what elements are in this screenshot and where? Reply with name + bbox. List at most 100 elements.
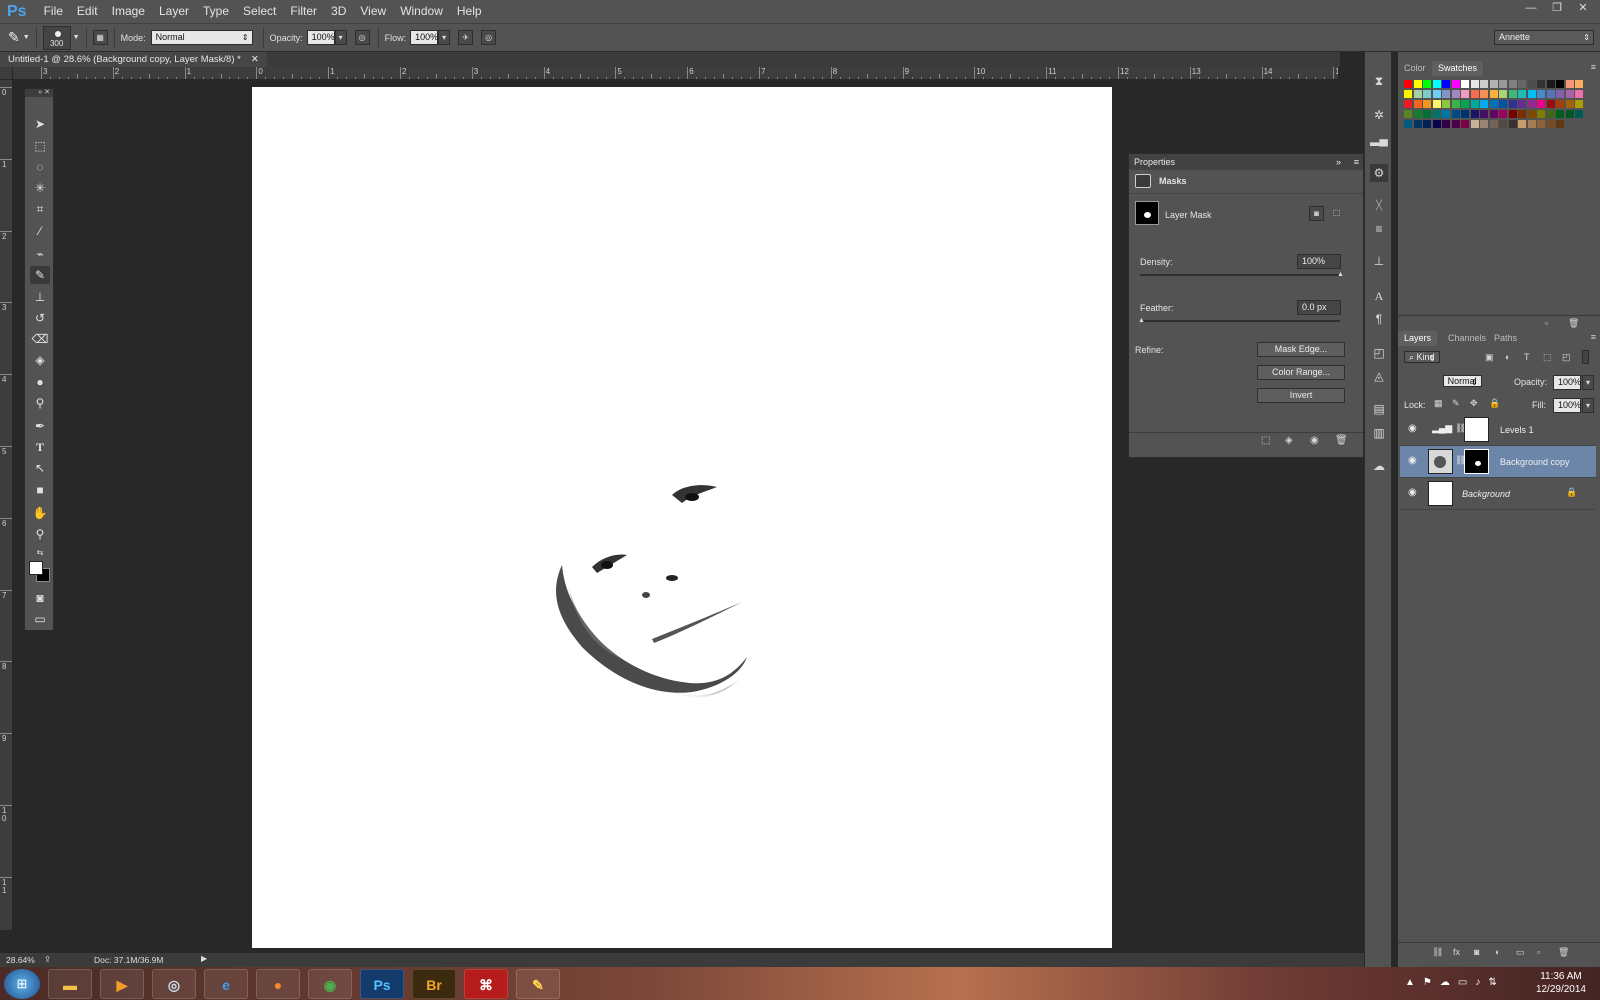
color-swatch[interactable] — [1413, 110, 1422, 118]
opacity-field[interactable]: 100% — [306, 30, 335, 45]
paragraph-icon[interactable]: ¶ — [1370, 310, 1388, 328]
color-swatch[interactable] — [1499, 90, 1507, 98]
chrome-taskbar-icon[interactable]: ◉ — [308, 969, 352, 999]
color-swatch[interactable] — [1432, 90, 1441, 98]
filter-kind-select[interactable]: ⌕ Kind — [1404, 351, 1440, 363]
color-range-button[interactable]: Color Range... — [1257, 365, 1345, 380]
move-tool-icon[interactable]: ➤ — [30, 115, 50, 133]
zoom-tool-icon[interactable]: ⚲ — [30, 525, 50, 543]
restore-button[interactable]: ❐ — [1546, 0, 1568, 16]
color-swatch[interactable] — [1404, 80, 1412, 88]
eraser-icon[interactable]: ⌫ — [30, 330, 50, 348]
color-swatch[interactable] — [1556, 110, 1564, 118]
color-swatch[interactable] — [1423, 100, 1431, 108]
color-swatch[interactable] — [1489, 80, 1498, 88]
hand-tool-icon[interactable]: ✋ — [30, 504, 50, 522]
start-button-icon[interactable]: ⊞ — [4, 969, 40, 999]
color-swatch[interactable] — [1442, 110, 1450, 118]
properties-header[interactable]: Properties » ≡ — [1129, 154, 1363, 170]
info-icon[interactable]: ▥ — [1370, 424, 1388, 442]
internet-explorer-taskbar-icon[interactable]: e — [204, 969, 248, 999]
foreground-color-swatch[interactable] — [29, 561, 43, 575]
tab-swatches[interactable]: Swatches — [1432, 61, 1484, 76]
color-swatch[interactable] — [1442, 80, 1450, 88]
visibility-eye-icon[interactable]: ◉ — [1408, 423, 1417, 434]
properties-dock-icon[interactable]: ⚙ — [1370, 164, 1388, 182]
panel-menu-icon[interactable]: ≡ — [1591, 62, 1596, 72]
menu-filter[interactable]: Filter — [283, 0, 324, 23]
pressure-opacity-icon[interactable]: ◎ — [354, 30, 370, 45]
color-swatch[interactable] — [1508, 110, 1517, 118]
brush-tool-icon[interactable]: ✎ — [8, 29, 20, 46]
visibility-eye-icon[interactable]: ◉ — [1408, 455, 1417, 466]
color-swatch[interactable] — [1546, 120, 1555, 128]
brush-presets-icon[interactable]: ᚷ — [1370, 196, 1388, 214]
chevron-down-icon[interactable]: ▾ — [1582, 375, 1594, 390]
color-swatch[interactable] — [1518, 120, 1526, 128]
density-slider-handle[interactable]: ▲ — [1337, 271, 1344, 278]
color-swatch[interactable] — [1413, 100, 1422, 108]
lock-transparency-icon[interactable]: ▦ — [1434, 398, 1443, 409]
menu-file[interactable]: File — [37, 0, 70, 23]
clone-stamp-icon[interactable]: ⊥ — [30, 288, 50, 306]
color-swatch[interactable] — [1423, 90, 1431, 98]
filter-shape-icon[interactable]: ⬚ — [1543, 352, 1552, 363]
color-swatch[interactable] — [1489, 110, 1498, 118]
adjustments-icon[interactable]: ≡ — [1370, 220, 1388, 238]
media-player-taskbar-icon[interactable]: ▶ — [100, 969, 144, 999]
tray-expand-icon[interactable]: ▲ — [1405, 977, 1415, 988]
color-swatch[interactable] — [1489, 90, 1498, 98]
mode-select[interactable]: Normal — [150, 30, 253, 45]
color-swatch[interactable] — [1518, 100, 1526, 108]
color-swatch[interactable] — [1537, 90, 1545, 98]
menu-window[interactable]: Window — [393, 0, 450, 23]
color-swatch[interactable] — [1518, 90, 1526, 98]
color-swatch[interactable] — [1442, 120, 1450, 128]
panel-menu-icon[interactable]: ≡ — [1354, 154, 1359, 170]
color-swatch[interactable] — [1470, 110, 1479, 118]
close-button[interactable]: ✕ — [1572, 0, 1594, 16]
layer-name[interactable]: Background copy — [1500, 457, 1570, 467]
brush-panel-toggle-icon[interactable]: ▦ — [92, 30, 108, 45]
document-tab[interactable]: Untitled-1 @ 28.6% (Background copy, Lay… — [0, 52, 267, 67]
bridge-taskbar-button[interactable]: Br — [412, 969, 456, 999]
airbrush-icon[interactable]: ✈ — [458, 30, 474, 45]
color-swatch[interactable] — [1451, 100, 1460, 108]
pen-tool-icon[interactable]: ✒ — [30, 417, 50, 435]
brush-tool-icon[interactable]: ✎ — [30, 266, 50, 284]
density-slider[interactable] — [1140, 274, 1340, 276]
network-icon[interactable]: ⇅ — [1488, 977, 1496, 988]
dodge-tool-icon[interactable]: ⚲ — [30, 394, 50, 412]
power-icon[interactable]: ▭ — [1458, 977, 1467, 988]
adjustment-layer-icon[interactable]: ◐ — [1495, 947, 1500, 957]
export-icon[interactable]: ⇪ — [44, 954, 51, 965]
menu-edit[interactable]: Edit — [70, 0, 105, 23]
color-swatch[interactable] — [1546, 100, 1555, 108]
new-group-icon[interactable]: ▭ — [1516, 947, 1525, 958]
pixel-mask-icon[interactable]: ◙ — [1309, 206, 1324, 221]
color-swatch[interactable] — [1518, 80, 1526, 88]
color-swatch[interactable] — [1556, 100, 1564, 108]
color-swatch[interactable] — [1575, 100, 1583, 108]
healing-brush-icon[interactable]: ⌁ — [30, 245, 50, 263]
magic-wand-icon[interactable]: ✳ — [30, 179, 50, 197]
apply-mask-icon[interactable]: ◈ — [1285, 435, 1293, 446]
trash-icon[interactable]: 🗑 — [1568, 318, 1579, 329]
layer-row[interactable]: ◉ ▂▄▆ ⛓ Levels 1 — [1400, 414, 1596, 446]
close-icon[interactable]: ✕ — [251, 52, 259, 67]
load-selection-icon[interactable]: ⬚ — [1261, 435, 1270, 446]
color-swatch[interactable] — [1470, 120, 1479, 128]
vector-mask-icon[interactable]: ⬚ — [1329, 206, 1344, 221]
color-swatch[interactable] — [1451, 90, 1460, 98]
lock-position-icon[interactable]: ✥ — [1470, 398, 1478, 409]
color-swatch[interactable] — [1518, 110, 1526, 118]
color-swatch[interactable] — [1442, 90, 1450, 98]
blend-mode-select[interactable]: Normal — [1442, 375, 1482, 387]
layer-name[interactable]: Levels 1 — [1500, 425, 1534, 435]
filter-adjustment-icon[interactable]: ◐ — [1505, 352, 1510, 362]
color-swatch[interactable] — [1556, 80, 1564, 88]
color-swatch[interactable] — [1461, 90, 1469, 98]
color-swatch[interactable] — [1413, 120, 1422, 128]
link-layers-icon[interactable]: ⛓ — [1432, 947, 1443, 958]
color-swatch[interactable] — [1499, 110, 1507, 118]
